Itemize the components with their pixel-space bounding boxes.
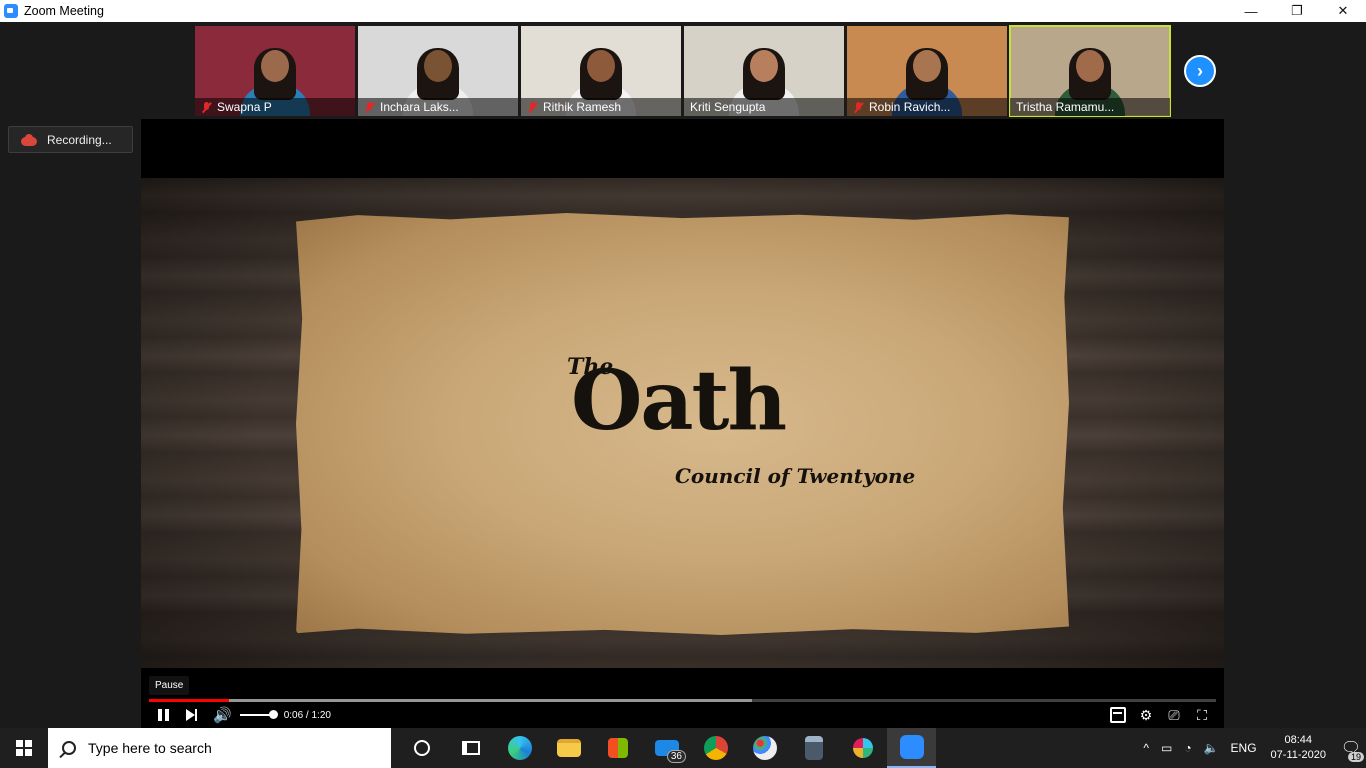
participant-tile[interactable]: Tristha Ramamu... [1009,25,1171,117]
participant-name: Robin Ravich... [869,100,951,114]
subtitles-icon[interactable] [1110,707,1126,723]
chrome-icon[interactable] [691,728,740,768]
restore-button[interactable]: ❐ [1274,0,1320,22]
participant-name: Tristha Ramamu... [1016,100,1115,114]
participant-face [261,50,289,82]
paint-icon[interactable] [740,728,789,768]
settings-gear-icon[interactable]: ⚙ [1138,707,1154,723]
taskbar-search[interactable]: Type here to search [48,728,391,768]
fullscreen-icon[interactable]: ⛶ [1194,707,1210,723]
participant-face [750,50,778,82]
microphone-muted-icon [527,101,538,113]
participant-name: Inchara Laks... [380,100,459,114]
zoom-taskbar-icon[interactable] [887,728,936,768]
participant-name: Kriti Sengupta [690,100,766,114]
shared-screen-video[interactable]: The Oath Council of Twentyone Pause 🔊 0:… [141,119,1224,729]
window-controls: — ❐ ✕ [1228,0,1366,22]
language-indicator[interactable]: ENG [1231,741,1257,755]
participant-name-bar: Tristha Ramamu... [1010,98,1170,116]
volume-knob[interactable] [268,710,278,719]
start-button[interactable] [0,728,48,768]
zoom-app-icon [4,4,18,18]
slack-icon[interactable] [838,728,887,768]
edge-browser-icon[interactable] [495,728,544,768]
video-time: 0:06 / 1:20 [283,709,331,721]
title-oath: Oath [571,353,787,449]
participant-tile[interactable]: Inchara Laks... [358,26,518,116]
notification-count: 19 [1347,752,1364,762]
search-placeholder: Type here to search [88,740,212,756]
close-button[interactable]: ✕ [1320,0,1366,22]
microphone-muted-icon [364,101,375,113]
video-controls: 🔊 0:06 / 1:20 ⚙ ⎚ ⛶ [141,701,1224,729]
windows-taskbar: Type here to search 36 ^ ▭ ◔ 🔈 ENG 08:44… [0,728,1366,768]
participant-tile[interactable]: Robin Ravich... [847,26,1007,116]
minimize-button[interactable]: — [1228,0,1274,22]
cloud-recording-icon [21,133,37,146]
calculator-icon[interactable] [789,728,838,768]
microphone-muted-icon [853,101,864,113]
participant-tile[interactable]: Kriti Sengupta [684,26,844,116]
meeting-area: Swapna P Inchara Laks... Rithik Ramesh Krit… [0,22,1366,729]
pause-icon[interactable] [157,708,171,722]
system-tray: ^ ▭ ◔ 🔈 ENG 08:44 07-11-2020 🗨 19 [1137,728,1366,768]
participant-tile[interactable]: Rithik Ramesh [521,26,681,116]
window-title: Zoom Meeting [24,4,104,18]
battery-icon[interactable]: ▭ [1161,741,1172,755]
participant-name-bar: Swapna P [195,98,355,116]
video-title-card: The Oath Council of Twentyone [565,353,915,494]
participant-name: Swapna P [217,100,272,114]
participant-face [587,50,615,82]
recording-indicator[interactable]: Recording... [8,126,133,153]
volume-icon[interactable]: 🔊 [213,706,232,724]
clock-date: 07-11-2020 [1270,749,1326,761]
participant-face [424,50,452,82]
participant-face [913,50,941,82]
participant-name-bar: Inchara Laks... [358,98,518,116]
cortana-icon[interactable] [397,728,446,768]
participant-face [1076,50,1104,82]
cast-icon[interactable]: ⎚ [1166,707,1182,723]
participant-name: Rithik Ramesh [543,100,622,114]
participant-strip: Swapna P Inchara Laks... Rithik Ramesh Krit… [195,25,1171,117]
wifi-icon[interactable]: ◔ [1184,741,1191,755]
microphone-muted-icon [201,101,212,113]
title-subtitle: Council of Twentyone [675,464,916,488]
mail-badge: 36 [666,750,686,763]
recording-label: Recording... [47,132,112,147]
participant-name-bar: Rithik Ramesh [521,98,681,116]
next-page-button[interactable]: › [1184,55,1216,87]
chevron-up-icon[interactable]: ^ [1143,741,1149,755]
mail-icon[interactable]: 36 [642,728,691,768]
participant-tile[interactable]: Swapna P [195,26,355,116]
pause-tooltip: Pause [149,676,190,695]
task-view-icon[interactable] [446,728,495,768]
volume-tray-icon[interactable]: 🔈 [1204,741,1219,755]
chevron-right-icon: › [1197,60,1203,81]
participant-name-bar: Kriti Sengupta [684,98,844,116]
store-icon[interactable] [593,728,642,768]
clock[interactable]: 08:44 07-11-2020 [1271,733,1326,763]
clock-time: 08:44 [1284,734,1313,746]
volume-slider[interactable] [239,710,278,719]
file-explorer-icon[interactable] [544,728,593,768]
windows-logo-icon [16,740,32,756]
notification-center-icon[interactable]: 🗨 19 [1336,728,1366,768]
title-bar: Zoom Meeting — ❐ ✕ [0,0,1366,22]
next-video-icon[interactable] [185,708,199,722]
participant-name-bar: Robin Ravich... [847,98,1007,116]
search-icon [62,741,76,755]
